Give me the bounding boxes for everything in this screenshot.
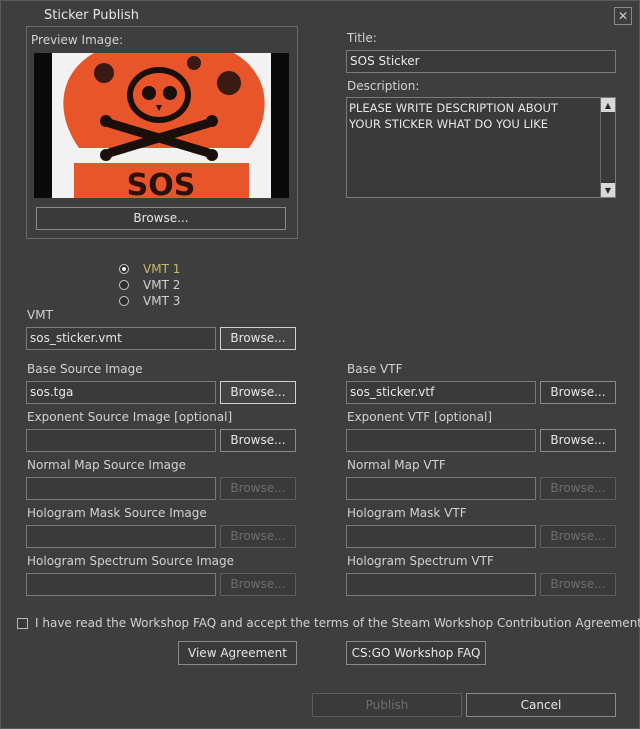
vmt-3-radio[interactable] bbox=[119, 296, 129, 306]
vmt-3-label[interactable]: VMT 3 bbox=[143, 294, 180, 308]
vmt-1-label[interactable]: VMT 1 bbox=[143, 262, 180, 276]
normal-map-vtf-input[interactable] bbox=[346, 477, 536, 500]
normal-map-source-image-input[interactable] bbox=[26, 477, 216, 500]
hologram-spectrum-source-image-browse-button[interactable]: Browse... bbox=[220, 573, 296, 596]
base-vtf-browse-button[interactable]: Browse... bbox=[540, 381, 616, 404]
preview-browse-button[interactable]: Browse... bbox=[36, 207, 286, 230]
workshop-faq-button[interactable]: CS:GO Workshop FAQ bbox=[346, 641, 486, 665]
window-title: Sticker Publish bbox=[44, 8, 139, 23]
vmt-2-radio[interactable] bbox=[119, 280, 129, 290]
publish-button[interactable]: Publish bbox=[312, 693, 462, 717]
base-vtf-input[interactable]: sos_sticker.vtf bbox=[346, 381, 536, 404]
description-textarea[interactable]: PLEASE WRITE DESCRIPTION ABOUT YOUR STIC… bbox=[346, 97, 616, 198]
preview-image: SOS bbox=[34, 53, 289, 198]
vmt-2-label[interactable]: VMT 2 bbox=[143, 278, 180, 292]
base-source-image-browse-button[interactable]: Browse... bbox=[220, 381, 296, 404]
base-vtf-label: Base VTF bbox=[347, 362, 403, 376]
hologram-spectrum-source-image-label: Hologram Spectrum Source Image bbox=[27, 554, 235, 568]
vmt-browse-button[interactable]: Browse... bbox=[220, 327, 296, 350]
hologram-spectrum-vtf-browse-button[interactable]: Browse... bbox=[540, 573, 616, 596]
agreement-checkbox[interactable] bbox=[17, 618, 28, 629]
hologram-spectrum-vtf-label: Hologram Spectrum VTF bbox=[347, 554, 494, 568]
normal-map-source-image-browse-button[interactable]: Browse... bbox=[220, 477, 296, 500]
normal-map-vtf-label: Normal Map VTF bbox=[347, 458, 446, 472]
hologram-mask-vtf-browse-button[interactable]: Browse... bbox=[540, 525, 616, 548]
base-source-image-input[interactable]: sos.tga bbox=[26, 381, 216, 404]
hologram-mask-source-image-browse-button[interactable]: Browse... bbox=[220, 525, 296, 548]
close-button[interactable]: ✕ bbox=[614, 7, 632, 25]
scroll-up-icon[interactable]: ▲ bbox=[601, 98, 615, 112]
vmt-label: VMT bbox=[27, 308, 53, 322]
normal-map-vtf-browse-button[interactable]: Browse... bbox=[540, 477, 616, 500]
base-source-image-label: Base Source Image bbox=[27, 362, 143, 376]
exponent-source-image-label: Exponent Source Image [optional] bbox=[27, 410, 233, 424]
normal-map-source-image-label: Normal Map Source Image bbox=[27, 458, 186, 472]
view-agreement-button[interactable]: View Agreement bbox=[178, 641, 297, 665]
exponent-vtf-input[interactable] bbox=[346, 429, 536, 452]
exponent-source-image-browse-button[interactable]: Browse... bbox=[220, 429, 296, 452]
hologram-mask-source-image-input[interactable] bbox=[26, 525, 216, 548]
agreement-label[interactable]: I have read the Workshop FAQ and accept … bbox=[35, 616, 640, 630]
exponent-vtf-label: Exponent VTF [optional] bbox=[347, 410, 493, 424]
title-label: Title: bbox=[347, 31, 377, 45]
vmt-1-radio[interactable] bbox=[119, 264, 129, 274]
preview-label: Preview Image: bbox=[31, 33, 124, 47]
hologram-mask-vtf-label: Hologram Mask VTF bbox=[347, 506, 467, 520]
close-icon: ✕ bbox=[617, 9, 629, 23]
sticker-image-text: SOS bbox=[127, 168, 196, 198]
hologram-spectrum-vtf-input[interactable] bbox=[346, 573, 536, 596]
exponent-source-image-input[interactable] bbox=[26, 429, 216, 452]
description-scrollbar[interactable]: ▲ ▼ bbox=[600, 98, 615, 197]
vmt-input[interactable]: sos_sticker.vmt bbox=[26, 327, 216, 350]
hologram-spectrum-source-image-input[interactable] bbox=[26, 573, 216, 596]
title-input[interactable]: SOS Sticker bbox=[346, 50, 616, 73]
scroll-down-icon[interactable]: ▼ bbox=[601, 183, 615, 197]
description-label: Description: bbox=[347, 79, 420, 93]
cancel-button[interactable]: Cancel bbox=[466, 693, 616, 717]
hologram-mask-source-image-label: Hologram Mask Source Image bbox=[27, 506, 207, 520]
description-text: PLEASE WRITE DESCRIPTION ABOUT YOUR STIC… bbox=[349, 101, 558, 131]
skull-sticker-image: SOS bbox=[34, 53, 289, 198]
hologram-mask-vtf-input[interactable] bbox=[346, 525, 536, 548]
exponent-vtf-browse-button[interactable]: Browse... bbox=[540, 429, 616, 452]
